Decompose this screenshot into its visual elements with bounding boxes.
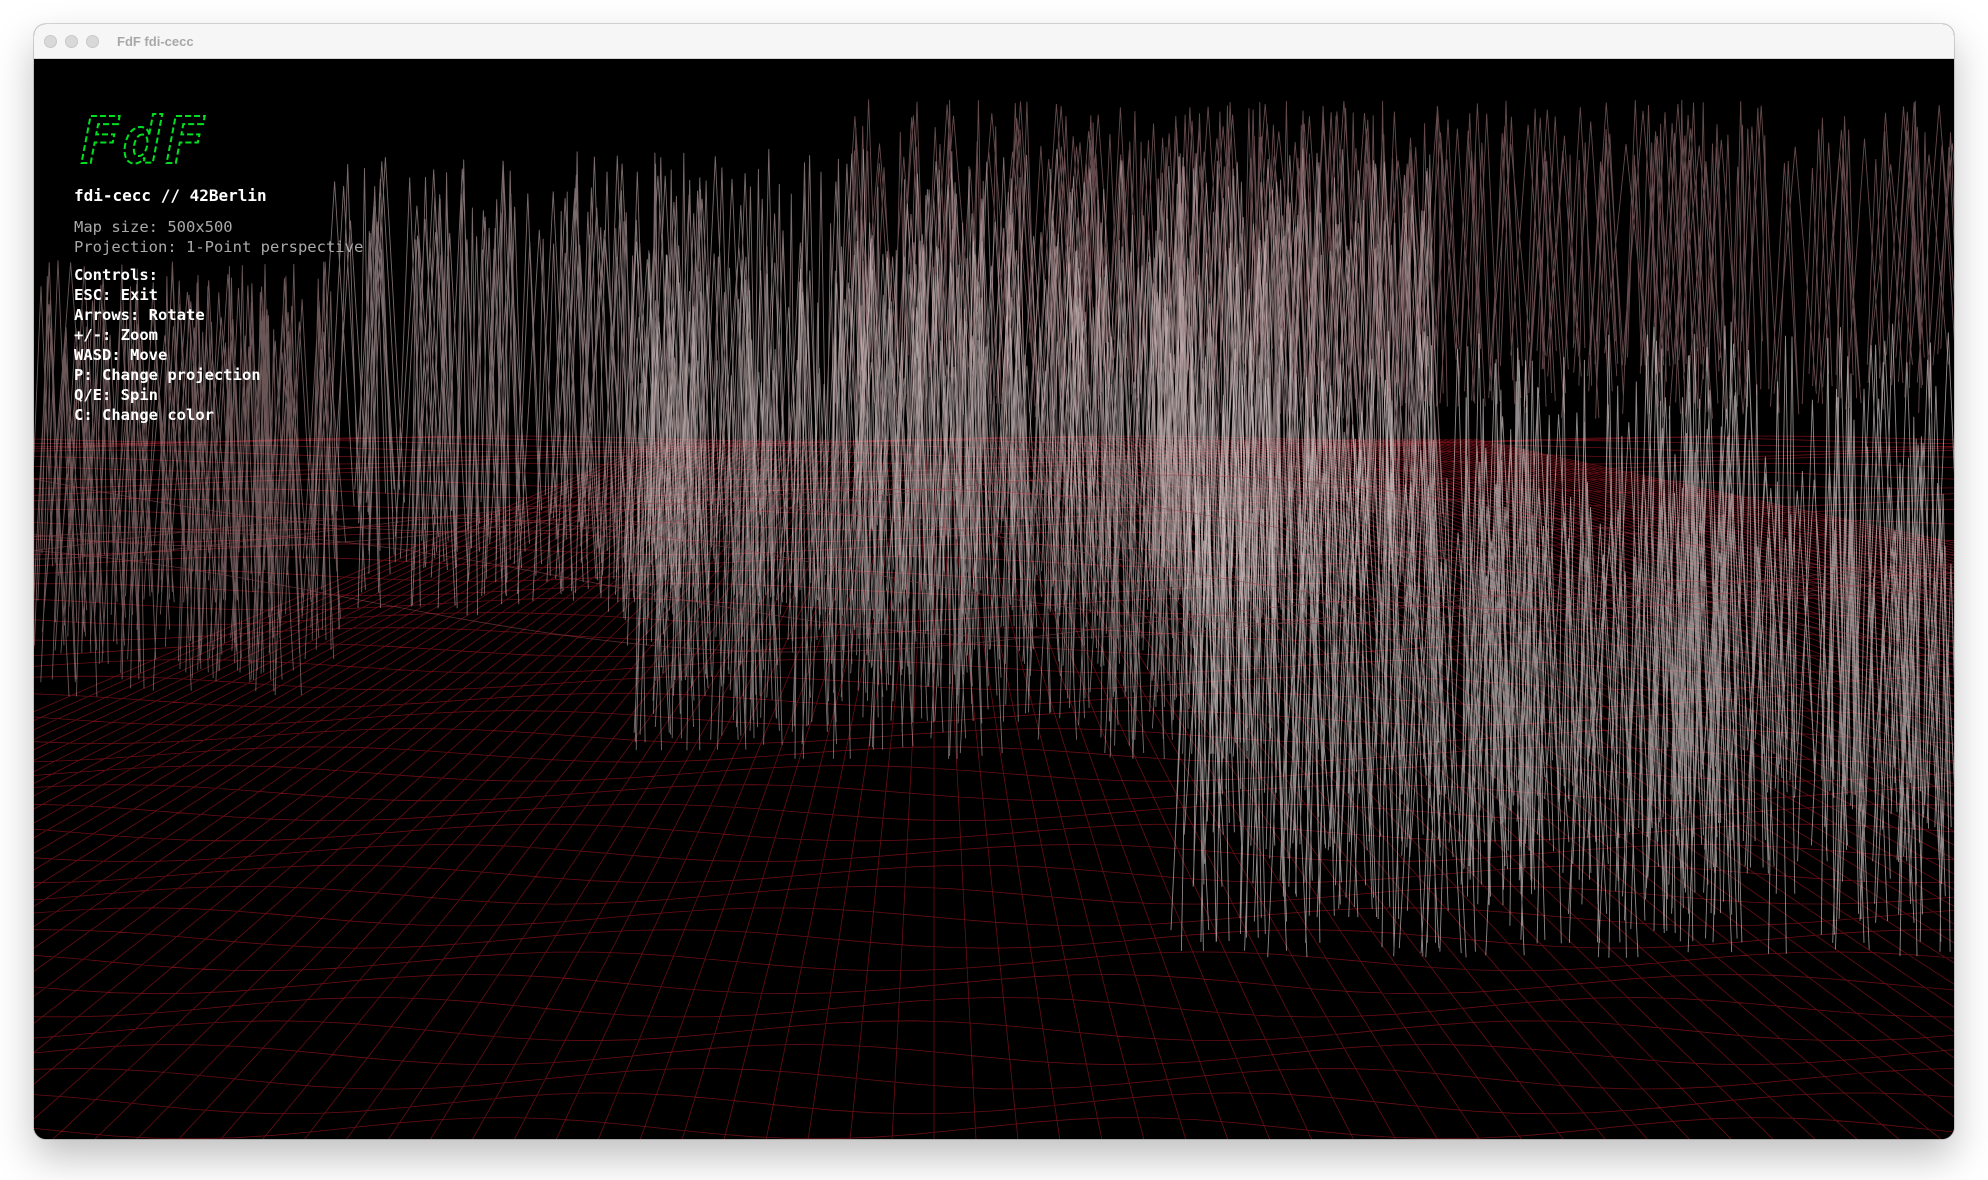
- maximize-button[interactable]: [86, 34, 99, 48]
- render-viewport[interactable]: FdF fdi-cecc // 42Berlin Map size: 500x5…: [34, 59, 1954, 1139]
- control-item: P: Change projection: [74, 366, 261, 384]
- map-size-label: Map size: 500x500: [74, 218, 233, 236]
- close-button[interactable]: [44, 34, 57, 48]
- window-controls: [44, 34, 99, 48]
- projection-label: Projection: 1-Point perspective: [74, 238, 364, 256]
- controls-list: Controls: ESC: Exit Arrows: Rotate +/-: …: [74, 265, 363, 425]
- control-item: C: Change color: [74, 406, 214, 424]
- window-title: FdF fdi-cecc: [117, 33, 194, 49]
- controls-header: Controls:: [74, 266, 158, 284]
- fdf-logo-text: FdF: [80, 109, 208, 173]
- title-bar[interactable]: FdF fdi-cecc: [34, 24, 1954, 59]
- control-item: Arrows: Rotate: [74, 306, 205, 324]
- control-item: WASD: Move: [74, 346, 168, 364]
- control-item: Q/E: Spin: [74, 386, 158, 404]
- app-window: FdF fdi-cecc FdF fdi-cecc // 42Berlin Ma…: [34, 24, 1954, 1139]
- hud-overlay: FdF fdi-cecc // 42Berlin Map size: 500x5…: [74, 109, 363, 425]
- fdf-logo: FdF: [79, 109, 208, 173]
- minimize-button[interactable]: [65, 34, 78, 48]
- control-item: ESC: Exit: [74, 286, 158, 304]
- control-item: +/-: Zoom: [74, 326, 158, 344]
- hud-title: fdi-cecc // 42Berlin: [74, 186, 267, 205]
